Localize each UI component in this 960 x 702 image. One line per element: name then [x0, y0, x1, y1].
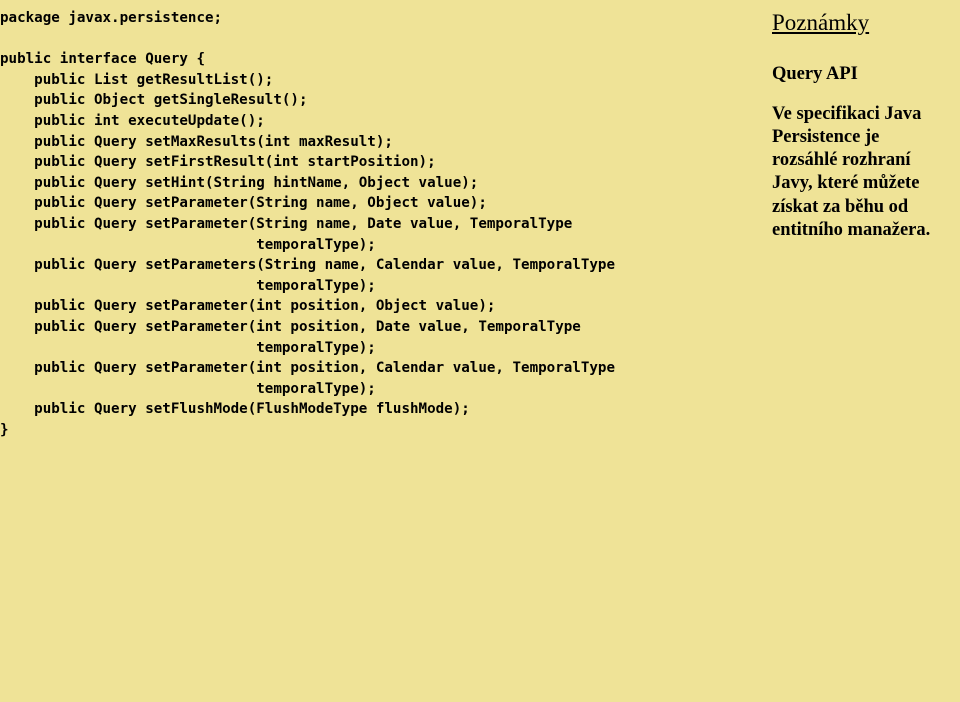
- code-line: public interface Query {: [0, 51, 205, 67]
- notes-title: Poznámky: [772, 10, 944, 36]
- code-line: public Query setParameter(String name, D…: [0, 216, 572, 232]
- notes-sidebar: Poznámky Query API Ve specifikaci Java P…: [760, 0, 960, 702]
- code-line: public Query setParameter(int position, …: [0, 319, 581, 335]
- code-block: package javax.persistence; public interf…: [0, 8, 760, 440]
- code-line: temporalType);: [0, 237, 376, 253]
- code-line: public Object getSingleResult();: [0, 92, 308, 108]
- code-line: temporalType);: [0, 340, 376, 356]
- code-line: public Query setParameter(String name, O…: [0, 195, 487, 211]
- code-line: public Query setParameter(int position, …: [0, 298, 495, 314]
- code-line: public Query setHint(String hintName, Ob…: [0, 175, 478, 191]
- code-line: public Query setParameters(String name, …: [0, 257, 615, 273]
- code-line: public int executeUpdate();: [0, 113, 265, 129]
- notes-body: Ve specifikaci Java Persistence je rozsá…: [772, 103, 944, 242]
- code-line: public Query setMaxResults(int maxResult…: [0, 134, 393, 150]
- code-line: temporalType);: [0, 381, 376, 397]
- code-panel: package javax.persistence; public interf…: [0, 0, 760, 702]
- code-line: temporalType);: [0, 278, 376, 294]
- code-line: package javax.persistence;: [0, 10, 222, 26]
- notes-heading: Query API: [772, 64, 944, 85]
- code-line: }: [0, 422, 9, 438]
- code-line: public Query setFirstResult(int startPos…: [0, 154, 436, 170]
- code-line: public Query setParameter(int position, …: [0, 360, 615, 376]
- code-line: public List getResultList();: [0, 72, 273, 88]
- code-line: public Query setFlushMode(FlushModeType …: [0, 401, 470, 417]
